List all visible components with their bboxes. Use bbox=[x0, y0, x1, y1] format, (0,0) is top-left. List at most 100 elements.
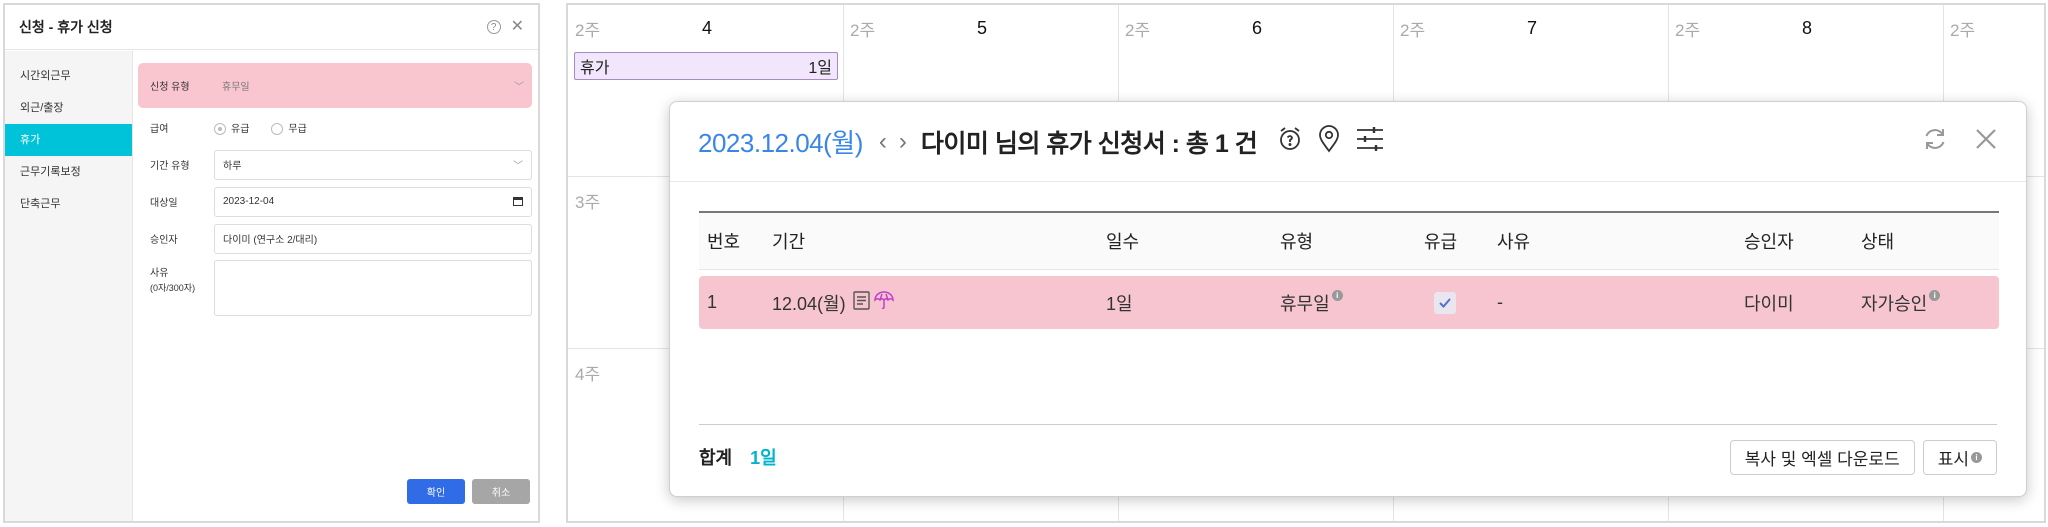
umbrella-icon bbox=[873, 290, 894, 315]
total-value: 1일 bbox=[750, 448, 777, 468]
chevron-right-icon[interactable]: › bbox=[899, 128, 907, 156]
week-label: 2주 bbox=[850, 21, 876, 40]
alarm-clock-icon[interactable] bbox=[1277, 126, 1303, 157]
paid-radio[interactable]: 유급 bbox=[214, 120, 250, 136]
event-label: 휴가 bbox=[580, 60, 610, 77]
cell-no: 1 bbox=[707, 292, 718, 312]
unpaid-radio[interactable]: 무급 bbox=[271, 120, 307, 136]
reason-char-count: (0자/300자) bbox=[150, 283, 196, 293]
info-icon[interactable]: i bbox=[1929, 289, 1941, 301]
map-pin-icon[interactable] bbox=[1317, 125, 1341, 158]
period-value: 하루 bbox=[223, 161, 242, 172]
radio-off-icon bbox=[271, 123, 284, 136]
status-text: 자가승인 bbox=[1861, 293, 1928, 314]
checkbox[interactable] bbox=[1434, 291, 1456, 314]
document-icon[interactable] bbox=[852, 290, 870, 315]
reason-label: 사유 bbox=[150, 268, 169, 279]
cell-type: 휴무일 i bbox=[1280, 289, 1424, 316]
help-icon[interactable]: ? bbox=[486, 20, 501, 34]
request-type-sidebar: 시간외근무 외근/출장 휴가 근무기록보정 단축근무 bbox=[5, 51, 133, 521]
display-button-label: 표시 bbox=[1937, 449, 1969, 469]
type-text: 휴무일 bbox=[1280, 293, 1330, 314]
day-number[interactable]: 5 bbox=[977, 18, 987, 39]
chevron-down-icon: ﹀ bbox=[514, 82, 524, 93]
week-label: 4주 bbox=[575, 365, 601, 384]
confirm-button[interactable]: 확인 bbox=[407, 479, 465, 504]
col-header-status: 상태 bbox=[1861, 232, 1895, 252]
reason-textarea[interactable] bbox=[214, 260, 532, 316]
refresh-icon[interactable] bbox=[1922, 126, 1948, 157]
cell-period: 12.04(월) bbox=[772, 290, 1106, 316]
display-button[interactable]: 표시 i bbox=[1922, 439, 1997, 475]
leave-table: 번호 기간 일수 유형 유급 사유 승인자 상태 1 12.04(월) 1일 휴… bbox=[699, 211, 1999, 329]
period-text: 12.04(월) bbox=[772, 293, 846, 314]
sidebar-item-business-trip[interactable]: 외근/출장 bbox=[5, 92, 132, 124]
table-header: 번호 기간 일수 유형 유급 사유 승인자 상태 bbox=[699, 211, 1999, 270]
popup-date[interactable]: 2023.12.04(월) bbox=[698, 123, 863, 160]
col-header-days: 일수 bbox=[1106, 232, 1140, 252]
filter-sliders-icon[interactable] bbox=[1355, 125, 1385, 158]
day-number[interactable]: 6 bbox=[1252, 18, 1262, 39]
week-label: 2주 bbox=[1950, 21, 1976, 40]
info-icon: i bbox=[1971, 451, 1982, 463]
footer-divider bbox=[699, 424, 1997, 425]
sidebar-item-short-work[interactable]: 단축근무 bbox=[5, 188, 132, 220]
table-row[interactable]: 1 12.04(월) 1일 휴무일 i - 다이미 자가승인 i bbox=[699, 276, 1999, 329]
request-type-label: 신청 유형 bbox=[150, 82, 190, 93]
cancel-button[interactable]: 취소 bbox=[472, 479, 530, 504]
approver-field[interactable]: 다이미 (연구소 2/대리) bbox=[214, 223, 532, 254]
radio-on-icon bbox=[214, 123, 226, 136]
col-header-paid: 유급 bbox=[1424, 232, 1458, 252]
week-label: 3주 bbox=[575, 193, 601, 212]
col-header-no: 번호 bbox=[707, 232, 741, 252]
close-icon[interactable]: ✕ bbox=[511, 19, 524, 35]
cell-status: 자가승인 i bbox=[1861, 289, 1999, 316]
reason-row: 사유 (0자/300자) bbox=[138, 260, 532, 316]
request-type-row: 신청 유형 휴무일 ﹀ bbox=[138, 63, 532, 108]
event-count: 1일 bbox=[808, 60, 832, 77]
approver-label: 승인자 bbox=[150, 235, 178, 246]
day-number[interactable]: 7 bbox=[1527, 18, 1537, 39]
dialog-header: 신청 - 휴가 신청 ? ✕ bbox=[5, 5, 538, 50]
col-header-period: 기간 bbox=[772, 232, 806, 252]
sidebar-item-overtime[interactable]: 시간외근무 bbox=[5, 60, 132, 92]
date-row: 대상일 2023-12-04 bbox=[138, 186, 532, 217]
period-select[interactable]: 하루 ﹀ bbox=[214, 149, 532, 180]
reason-label-group: 사유 (0자/300자) bbox=[138, 260, 214, 296]
approver-row: 승인자 다이미 (연구소 2/대리) bbox=[138, 223, 532, 254]
week-label: 2주 bbox=[1400, 21, 1426, 40]
leave-request-dialog: 신청 - 휴가 신청 ? ✕ 시간외근무 외근/출장 휴가 근무기록보정 단축근… bbox=[3, 3, 540, 523]
day-number[interactable]: 8 bbox=[1802, 18, 1812, 39]
dialog-title: 신청 - 휴가 신청 bbox=[19, 19, 113, 35]
calendar-leave-event[interactable]: 휴가 1일 bbox=[574, 52, 838, 80]
total-label: 합계 bbox=[699, 448, 733, 468]
sidebar-item-record-correction[interactable]: 근무기록보정 bbox=[5, 156, 132, 188]
sidebar-item-leave[interactable]: 휴가 bbox=[5, 124, 132, 156]
approver-value: 다이미 (연구소 2/대리) bbox=[223, 235, 318, 246]
paid-radio-label: 유급 bbox=[231, 123, 250, 135]
week-label: 2주 bbox=[1675, 21, 1701, 40]
week-label: 2주 bbox=[575, 21, 601, 40]
popup-title: 다이미 님의 휴가 신청서 : 총 1 건 bbox=[920, 129, 1258, 158]
chevron-left-icon[interactable]: ‹ bbox=[879, 128, 887, 156]
request-type-select[interactable]: 휴무일 ﹀ bbox=[214, 71, 532, 101]
pay-label: 급여 bbox=[150, 124, 169, 135]
leave-detail-popup: 2023.12.04(월) ‹ › 다이미 님의 휴가 신청서 : 총 1 건 bbox=[669, 101, 2027, 497]
cell-days: 1일 bbox=[1106, 293, 1133, 314]
day-number[interactable]: 4 bbox=[702, 18, 712, 39]
col-header-type: 유형 bbox=[1280, 232, 1314, 252]
copy-excel-download-button[interactable]: 복사 및 엑셀 다운로드 bbox=[1729, 439, 1915, 475]
date-label: 대상일 bbox=[150, 198, 178, 209]
unpaid-radio-label: 무급 bbox=[288, 123, 307, 135]
popup-header: 2023.12.04(월) ‹ › 다이미 님의 휴가 신청서 : 총 1 건 bbox=[670, 102, 2026, 182]
leave-form: 신청 유형 휴무일 ﹀ 급여 유급 무급 기간 유형 하루 ﹀ 대상일 2023… bbox=[133, 51, 538, 521]
info-icon[interactable]: i bbox=[1331, 289, 1343, 301]
period-row: 기간 유형 하루 ﹀ bbox=[138, 149, 532, 180]
pay-row: 급여 유급 무급 bbox=[138, 112, 532, 143]
week-label: 2주 bbox=[1125, 21, 1151, 40]
calendar-icon[interactable] bbox=[513, 197, 523, 206]
col-header-approver: 승인자 bbox=[1744, 232, 1794, 252]
date-input[interactable]: 2023-12-04 bbox=[214, 186, 532, 217]
close-icon[interactable] bbox=[1974, 127, 1998, 156]
cell-approver: 다이미 bbox=[1744, 293, 1794, 314]
